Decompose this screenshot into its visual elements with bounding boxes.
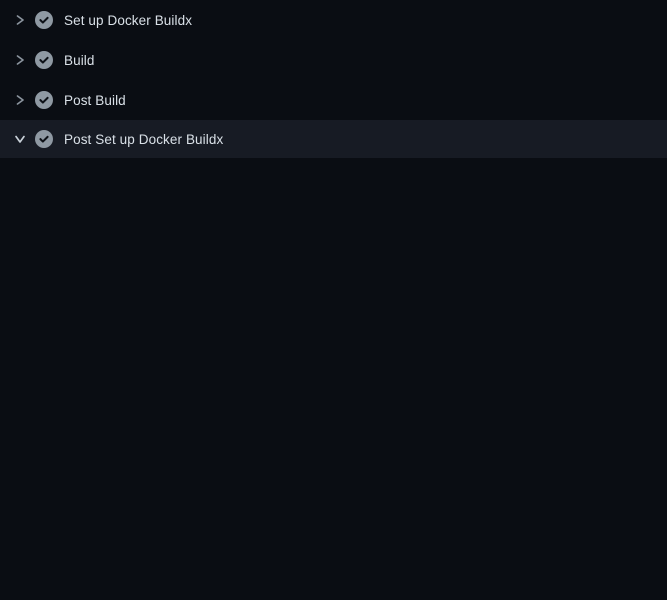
step-name: Build	[64, 53, 95, 68]
check-circle-icon	[35, 11, 53, 29]
step-row-set-up-docker-buildx[interactable]: Set up Docker Buildx	[0, 0, 667, 40]
log-line: 12 time="2021-04-23T18:02:38Z" level=deb…	[0, 409, 667, 429]
log-line: 10 time="2021-04-23T18:02:37Z" level=inf…	[0, 369, 667, 389]
log-line: 5 time="2021-04-23T18:02:37Z" level=warn…	[0, 249, 667, 269]
log-line: 14 time="2021-04-23T18:02:38Z" level=deb…	[0, 449, 667, 469]
log-line: 13 time="2021-04-23T18:02:38Z" level=deb…	[0, 429, 667, 449]
step-row-post-set-up-docker-buildx[interactable]: Post Set up Docker Buildx	[0, 120, 667, 158]
step-row-post-build[interactable]: Post Build	[0, 80, 667, 120]
check-circle-icon	[35, 91, 53, 109]
check-circle-icon	[35, 51, 53, 69]
log-line: 1 Post job cleanup.	[0, 169, 667, 189]
log-line: 15 time="2021-04-23T18:02:38Z" level=deb…	[0, 469, 667, 489]
steps-list: Set up Docker Buildx Build Post Buil	[0, 0, 667, 158]
chevron-right-icon[interactable]	[14, 93, 26, 107]
step-name: Set up Docker Buildx	[64, 13, 192, 28]
log-line: 3 /usr/bin/docker logs buildx_buildkit_b…	[0, 209, 667, 229]
log-area: 1 Post job cleanup. 2 ▼BuildKit containe…	[0, 158, 667, 600]
check-circle-icon	[35, 130, 53, 148]
log-line-wrapped-continuation: linux/riscv64 linux/ppc64le linux/s390x …	[0, 289, 667, 309]
log-line: 16 time="2021-04-23T18:02:38Z" level=deb…	[0, 489, 667, 509]
log-line: 20 time="2021-04-23T18:02:38Z" level=deb…	[0, 589, 667, 600]
chevron-right-icon[interactable]	[14, 53, 26, 67]
actions-log-viewer: Set up Docker Buildx Build Post Buil	[0, 0, 667, 600]
log-line-wrapped-continuation: application/vnd.oci.image.index.v1+json,…	[0, 569, 667, 589]
log-line: 9 time="2021-04-23T18:02:37Z" level=warn…	[0, 349, 667, 369]
chevron-right-icon[interactable]	[14, 13, 26, 27]
log-line: 19 time="2021-04-23T18:02:38Z" level=deb…	[0, 549, 667, 569]
step-row-build[interactable]: Build	[0, 40, 667, 80]
log-line: 17 time="2021-04-23T18:02:38Z" level=deb…	[0, 509, 667, 529]
log-line: 11 time="2021-04-23T18:02:38Z" level=deb…	[0, 389, 667, 409]
log-line: 6 time="2021-04-23T18:02:37Z" level=info…	[0, 269, 667, 289]
chevron-down-icon[interactable]	[14, 132, 26, 146]
step-name: Post Build	[64, 93, 126, 108]
log-line: 4 time="2021-04-23T18:02:37Z" level=info…	[0, 229, 667, 249]
log-line: 7 time="2021-04-23T18:02:37Z" level=warn…	[0, 309, 667, 329]
step-name: Post Set up Docker Buildx	[64, 132, 223, 147]
log-line: 18 time="2021-04-23T18:02:38Z" level=deb…	[0, 529, 667, 549]
log-line: 2 ▼BuildKit container logs	[0, 189, 667, 209]
log-line: 8 time="2021-04-23T18:02:37Z" level=info…	[0, 329, 667, 349]
